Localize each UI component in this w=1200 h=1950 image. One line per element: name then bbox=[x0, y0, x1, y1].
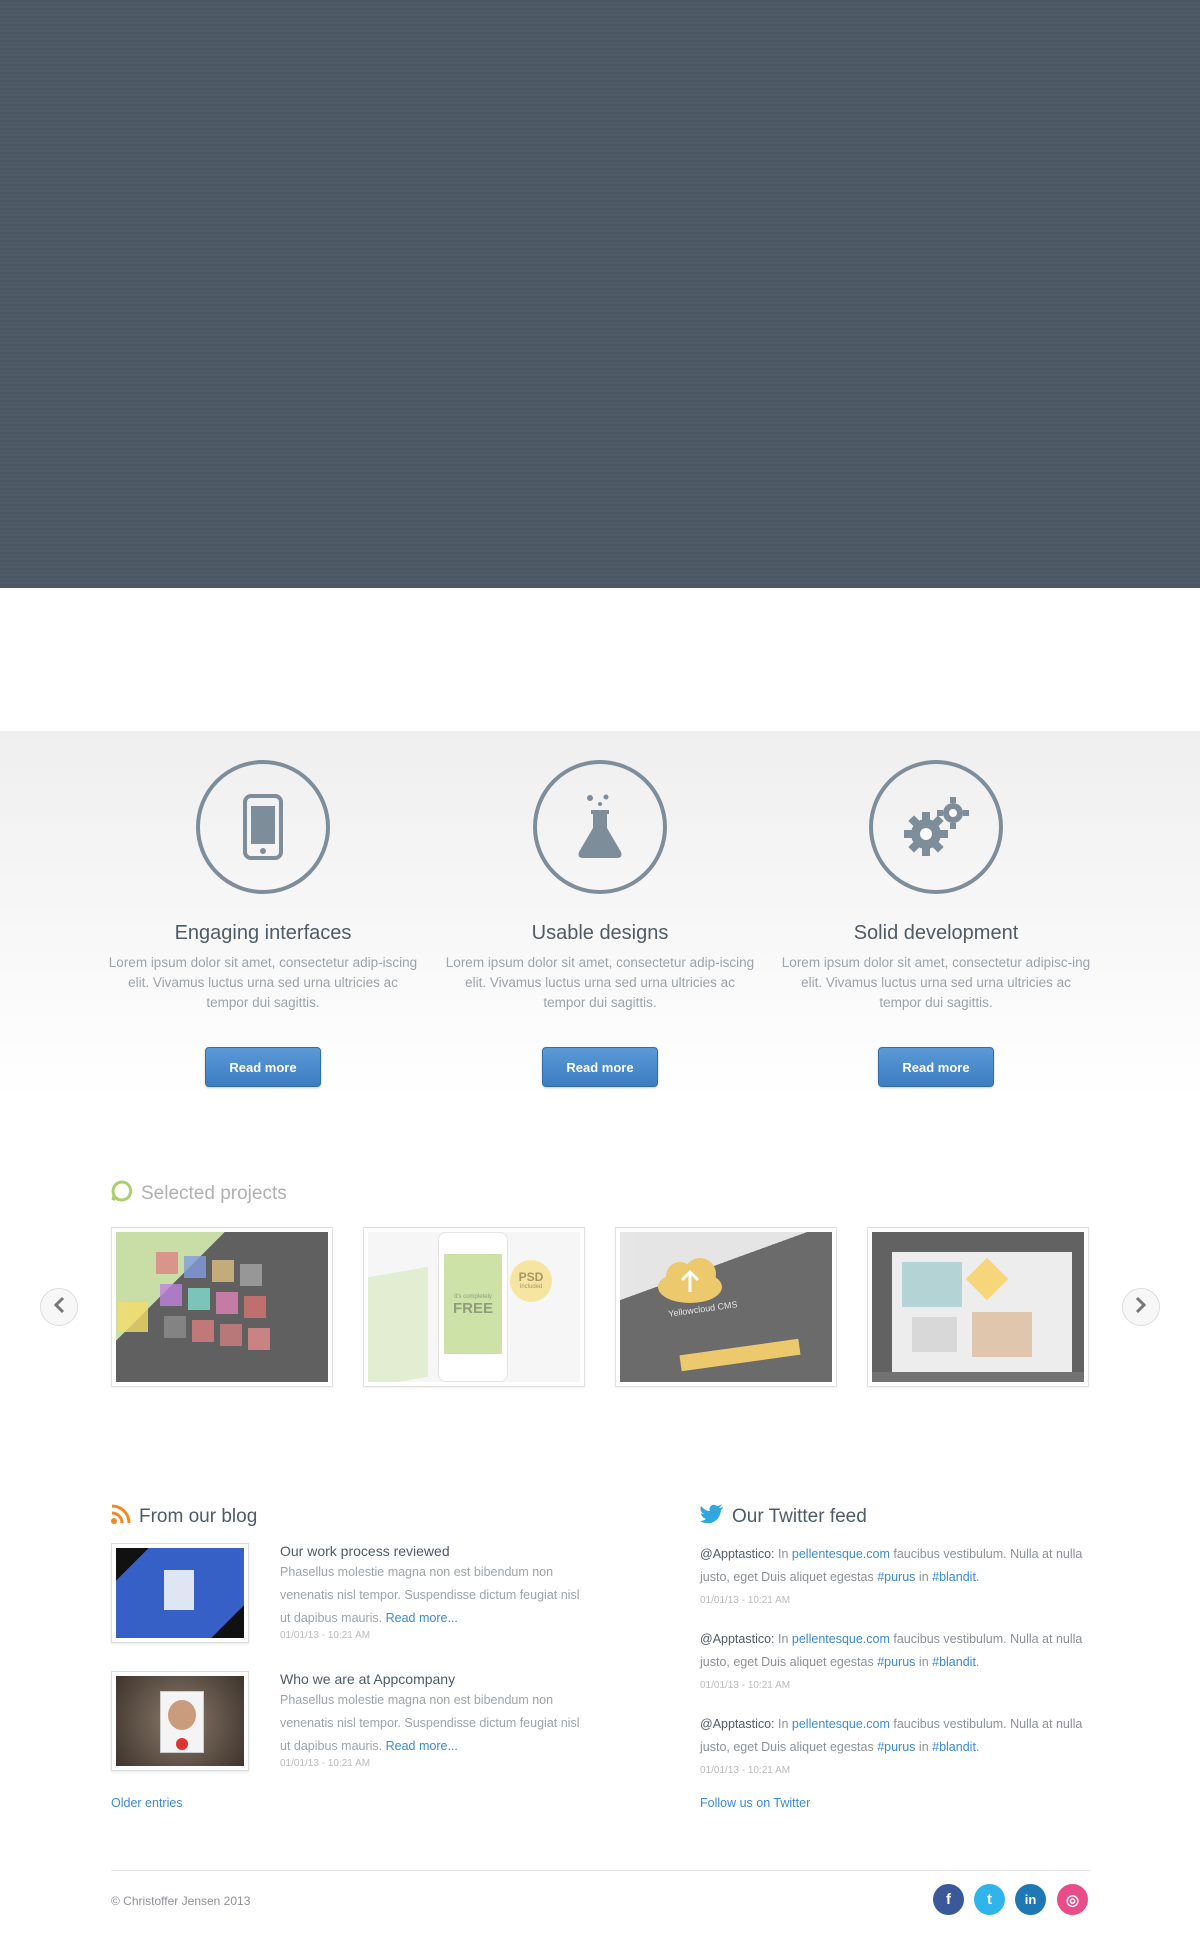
blog-title: From our blog bbox=[139, 1506, 258, 1527]
chevron-left-icon bbox=[52, 1296, 66, 1319]
tweet-handle[interactable]: @Apptastico: bbox=[700, 1632, 775, 1646]
tweet-text: In bbox=[774, 1632, 792, 1646]
blog-heading: From our blog bbox=[111, 1504, 257, 1530]
tweet-text: . bbox=[975, 1740, 980, 1754]
older-entries-link[interactable]: Older entries bbox=[111, 1796, 183, 1810]
follow-twitter-link[interactable]: Follow us on Twitter bbox=[700, 1796, 810, 1810]
tweet: @Apptastico: In pellentesque.com faucibu… bbox=[700, 1543, 1090, 1612]
psd-badge-sub: Included bbox=[519, 1284, 543, 1290]
dribbble-glyph: ◎ bbox=[1065, 1891, 1080, 1909]
feature-engaging-interfaces: Engaging interfaces Lorem ipsum dolor si… bbox=[103, 760, 423, 1087]
feature-text: Lorem ipsum dolor sit amet, consectetur … bbox=[445, 955, 755, 1010]
chevron-right-icon bbox=[1134, 1296, 1148, 1319]
facebook-glyph: f bbox=[946, 1891, 951, 1908]
tweet-text: in bbox=[915, 1570, 933, 1584]
feature-title: Engaging interfaces bbox=[174, 922, 352, 944]
twitter-heading: Our Twitter feed bbox=[700, 1504, 867, 1530]
project-thumbnail-iphone-mockup[interactable]: It's completely FREE PSD Included bbox=[363, 1227, 585, 1387]
tweet-link[interactable]: pellentesque.com bbox=[792, 1717, 890, 1731]
tweet-text: In bbox=[774, 1547, 792, 1561]
twitter-icon[interactable]: t bbox=[974, 1884, 1005, 1915]
tweet-handle[interactable]: @Apptastico: bbox=[700, 1547, 775, 1561]
feature-text: Lorem ipsum dolor sit amet, consectetur … bbox=[781, 955, 1091, 1010]
project-thumbnail-music-app[interactable] bbox=[111, 1227, 333, 1387]
hashtag-link[interactable]: #purus bbox=[877, 1655, 915, 1669]
free-label: FREE bbox=[452, 1300, 493, 1317]
tweet-date: 01/01/13 - 10:21 AM bbox=[700, 1765, 791, 1776]
read-more-link[interactable]: Read more... bbox=[386, 1739, 458, 1753]
post-date: 01/01/13 - 10:21 AM bbox=[280, 1758, 371, 1769]
speech-bubble-icon bbox=[111, 1180, 133, 1208]
dribbble-icon[interactable]: ◎ bbox=[1057, 1884, 1088, 1915]
hashtag-link[interactable]: #blandit bbox=[932, 1740, 976, 1754]
projects-title: Selected projects bbox=[141, 1183, 287, 1204]
hashtag-link[interactable]: #purus bbox=[877, 1740, 915, 1754]
tweet: @Apptastico: In pellentesque.com faucibu… bbox=[700, 1713, 1090, 1782]
twitter-title: Our Twitter feed bbox=[732, 1506, 867, 1527]
carousel-prev-button[interactable] bbox=[40, 1288, 78, 1326]
post-date: 01/01/13 - 10:21 AM bbox=[280, 1630, 371, 1641]
tweet-handle[interactable]: @Apptastico: bbox=[700, 1717, 775, 1731]
footer-divider bbox=[111, 1870, 1090, 1871]
rss-icon bbox=[111, 1504, 131, 1530]
tweet-text: . bbox=[975, 1570, 980, 1584]
flask-icon bbox=[533, 760, 667, 894]
linkedin-icon[interactable]: in bbox=[1015, 1884, 1046, 1915]
read-more-link[interactable]: Read more... bbox=[386, 1611, 458, 1625]
tweet-text: . bbox=[975, 1655, 980, 1669]
tweet-text: In bbox=[774, 1717, 792, 1731]
tweet-date: 01/01/13 - 10:21 AM bbox=[700, 1595, 791, 1606]
post-title[interactable]: Our work process reviewed bbox=[280, 1543, 590, 1559]
post-thumbnail[interactable] bbox=[111, 1543, 249, 1643]
project-thumbnail-gallery-app[interactable] bbox=[867, 1227, 1089, 1387]
twitter-glyph: t bbox=[987, 1891, 992, 1908]
post-thumbnail[interactable] bbox=[111, 1671, 249, 1771]
smartphone-icon bbox=[196, 760, 330, 894]
post-title[interactable]: Who we are at Appcompany bbox=[280, 1671, 590, 1687]
read-more-button[interactable]: Read more bbox=[878, 1047, 994, 1087]
gears-icon bbox=[869, 760, 1003, 894]
tweet: @Apptastico: In pellentesque.com faucibu… bbox=[700, 1628, 1090, 1697]
hashtag-link[interactable]: #blandit bbox=[932, 1655, 976, 1669]
linkedin-glyph: in bbox=[1024, 1892, 1037, 1907]
read-more-button[interactable]: Read more bbox=[205, 1047, 321, 1087]
feature-usable-designs: Usable designs Lorem ipsum dolor sit ame… bbox=[440, 760, 760, 1087]
facebook-icon[interactable]: f bbox=[933, 1884, 964, 1915]
psd-badge: PSD bbox=[518, 1270, 544, 1284]
tweet-link[interactable]: pellentesque.com bbox=[792, 1547, 890, 1561]
twitter-bird-icon bbox=[700, 1504, 724, 1530]
tweet-text: in bbox=[915, 1740, 933, 1754]
feature-title: Solid development bbox=[853, 922, 1019, 944]
hashtag-link[interactable]: #blandit bbox=[932, 1570, 976, 1584]
feature-solid-development: Solid development Lorem ipsum dolor sit … bbox=[776, 760, 1096, 1087]
carousel-next-button[interactable] bbox=[1122, 1288, 1160, 1326]
projects-heading: Selected projects bbox=[111, 1180, 287, 1208]
project-thumbnail-yellowcloud-cms[interactable]: Yellowcloud CMS bbox=[615, 1227, 837, 1387]
hashtag-link[interactable]: #purus bbox=[877, 1570, 915, 1584]
feature-text: Lorem ipsum dolor sit amet, consectetur … bbox=[108, 955, 418, 1010]
read-more-button[interactable]: Read more bbox=[542, 1047, 658, 1087]
tweet-text: in bbox=[915, 1655, 933, 1669]
copyright: © Christoffer Jensen 2013 bbox=[111, 1894, 251, 1908]
tweet-date: 01/01/13 - 10:21 AM bbox=[700, 1680, 791, 1691]
hero-banner bbox=[0, 0, 1200, 588]
tweet-link[interactable]: pellentesque.com bbox=[792, 1632, 890, 1646]
feature-title: Usable designs bbox=[531, 922, 669, 944]
